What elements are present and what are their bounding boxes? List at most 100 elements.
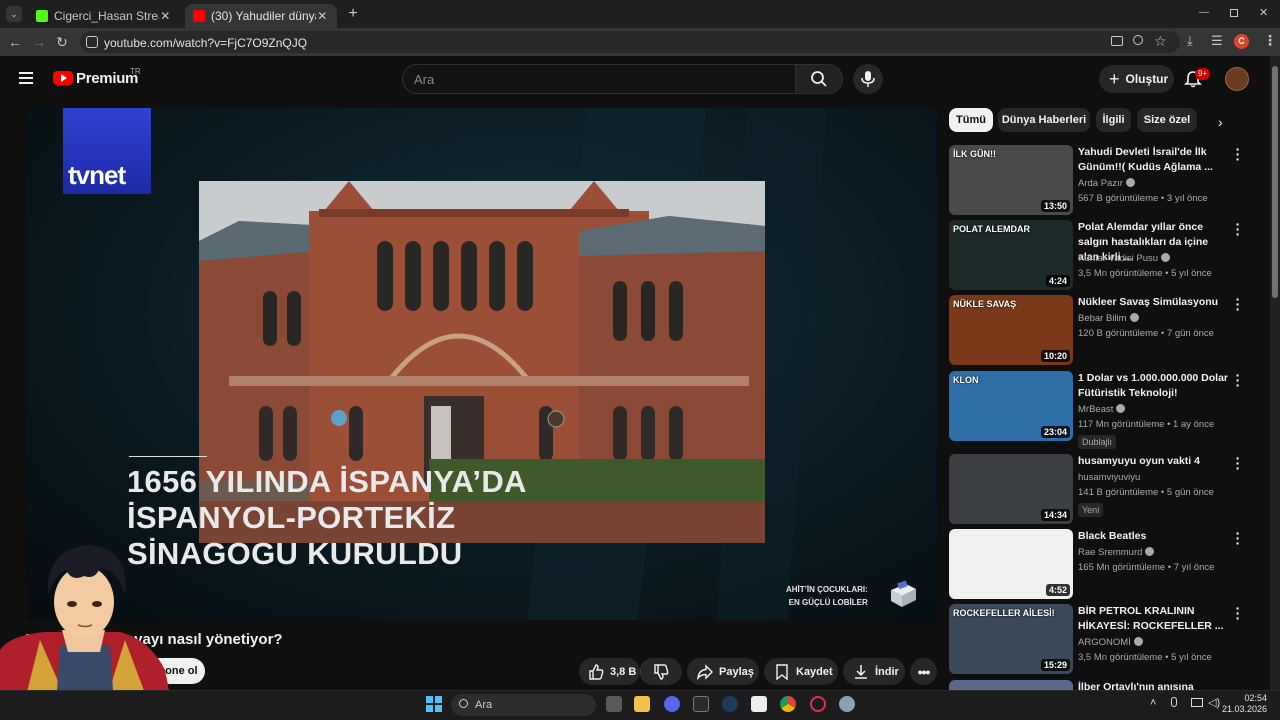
reload-icon[interactable]: ↻ bbox=[53, 33, 71, 51]
back-arrow-icon[interactable]: ← bbox=[6, 33, 24, 51]
bookmark-star-icon[interactable]: ☆ bbox=[1154, 33, 1167, 50]
video-thumbnail[interactable]: 4:52 bbox=[949, 529, 1073, 599]
download-button[interactable]: İndir bbox=[843, 658, 905, 685]
channel-name-text: Arda Pazır bbox=[1078, 178, 1123, 189]
settings-gear-icon[interactable] bbox=[839, 696, 855, 712]
recommendation-title[interactable]: Black Beatles bbox=[1078, 529, 1228, 544]
video-thumbnail[interactable]: KLON 23:04 bbox=[949, 371, 1073, 441]
more-actions-button[interactable]: ••• bbox=[910, 658, 937, 685]
more-options-icon[interactable]: · · · bbox=[1234, 451, 1242, 475]
channel-name[interactable]: husamviyuviyu bbox=[1078, 472, 1140, 483]
share-label: Paylaş bbox=[719, 665, 754, 678]
url-text[interactable]: youtube.com/watch?v=FjC7O9ZnQJQ bbox=[104, 36, 307, 50]
file-explorer-icon[interactable] bbox=[634, 696, 650, 712]
epic-games-icon[interactable] bbox=[693, 696, 709, 712]
video-thumbnail[interactable]: POLAT ALEMDAR 4:24 bbox=[949, 220, 1073, 290]
taskbar-clock[interactable]: 02:54 21.03.2026 bbox=[1222, 693, 1267, 715]
channel-name[interactable]: Kurtlar Vadisi Pusu bbox=[1078, 253, 1171, 264]
restore-icon[interactable] bbox=[1230, 9, 1238, 17]
tab-search-button[interactable]: ⌄ bbox=[6, 6, 22, 22]
duration-badge: 13:50 bbox=[1040, 200, 1070, 212]
taskbar-search[interactable]: Ara bbox=[451, 694, 596, 716]
duration-badge: 4:24 bbox=[1045, 275, 1070, 287]
chevron-right-icon[interactable]: › bbox=[1218, 114, 1223, 130]
video-thumbnail[interactable]: NÜKLE SAVAŞ 10:20 bbox=[949, 295, 1073, 365]
recommendation-item[interactable]: 4:52 Black Beatles Rae Sremmurd 165 Mn görü… bbox=[949, 526, 1249, 599]
channel-name[interactable]: Rae Sremmurd bbox=[1078, 547, 1155, 558]
channel-name[interactable]: Arda Pazır bbox=[1078, 178, 1135, 189]
browser-menu-icon[interactable]: ⋮ bbox=[1263, 32, 1277, 49]
windows-start-icon[interactable] bbox=[426, 696, 442, 712]
more-options-icon[interactable]: · · · bbox=[1234, 292, 1242, 316]
cast-icon[interactable] bbox=[1111, 36, 1123, 46]
recommendation-item[interactable]: 14:34 husamyuyu oyun vakti 4 husamviyuviyu… bbox=[949, 451, 1249, 524]
search-input[interactable] bbox=[414, 70, 784, 88]
like-button[interactable]: 3,8 B bbox=[579, 658, 640, 685]
tray-mic-icon[interactable] bbox=[1171, 697, 1177, 707]
chip-for-you[interactable]: Size özel bbox=[1137, 108, 1197, 132]
close-icon[interactable]: ✕ bbox=[316, 9, 329, 23]
dislike-button[interactable] bbox=[640, 658, 682, 685]
discord-icon[interactable] bbox=[664, 696, 680, 712]
tray-display-icon[interactable] bbox=[1191, 698, 1203, 707]
recommendation-title[interactable]: İlber Ortaylı'nın anısına bbox=[1078, 680, 1228, 690]
logo-text[interactable]: Premium bbox=[76, 70, 138, 87]
tab-youtube[interactable]: (30) Yahudiler dünyayı nasıl yön ✕ bbox=[185, 4, 337, 28]
voice-search-button[interactable] bbox=[853, 64, 883, 94]
recommendation-title[interactable]: husamyuyu oyun vakti 4 bbox=[1078, 454, 1228, 469]
profile-avatar[interactable]: C bbox=[1234, 34, 1249, 49]
search-button[interactable] bbox=[795, 64, 843, 94]
site-info-icon[interactable] bbox=[86, 36, 98, 48]
video-thumbnail[interactable]: ROCKEFELLER AİLESİ! 15:29 bbox=[949, 604, 1073, 674]
account-avatar[interactable] bbox=[1225, 67, 1249, 91]
recommendation-item[interactable]: KLON 23:04 1 Dolar vs 1.000.000.000 Dolar … bbox=[949, 368, 1249, 449]
video-thumbnail[interactable]: İLK GÜN!! 13:50 bbox=[949, 145, 1073, 215]
more-options-icon[interactable]: · · · bbox=[1234, 526, 1242, 550]
new-tab-button[interactable]: + bbox=[346, 5, 360, 23]
minimize-icon[interactable]: — bbox=[1199, 8, 1209, 18]
recommendation-item[interactable]: İLK GÜN!! 13:50 Yahudi Devleti İsrail'de İ… bbox=[949, 142, 1249, 215]
create-button[interactable]: + Oluştur bbox=[1099, 65, 1174, 93]
save-button[interactable]: Kaydet bbox=[764, 658, 838, 685]
video-thumbnail[interactable] bbox=[949, 680, 1073, 690]
download-icon[interactable]: ⤓ bbox=[1187, 33, 1193, 49]
chip-related[interactable]: İlgili bbox=[1096, 108, 1131, 132]
media-queue-icon[interactable]: ☰ bbox=[1211, 33, 1223, 49]
tray-chevron-icon[interactable]: ˄ bbox=[1150, 697, 1156, 709]
more-options-icon[interactable]: · · · bbox=[1234, 217, 1242, 241]
channel-name[interactable]: MrBeast bbox=[1078, 404, 1126, 415]
zoom-icon[interactable] bbox=[1133, 35, 1143, 45]
channel-name[interactable]: ARGONOMİ bbox=[1078, 637, 1143, 648]
task-view-icon[interactable] bbox=[606, 696, 622, 712]
forward-arrow-icon[interactable]: → bbox=[30, 33, 48, 51]
capcut-icon[interactable] bbox=[751, 696, 767, 712]
more-options-icon[interactable]: · · · bbox=[1234, 601, 1242, 625]
share-button[interactable]: Paylaş bbox=[687, 658, 759, 685]
recommendation-title[interactable]: Yahudi Devleti İsrail'de İlk Günüm!!( Ku… bbox=[1078, 145, 1228, 175]
chrome-icon[interactable] bbox=[780, 696, 796, 712]
like-count: 3,8 B bbox=[610, 665, 637, 678]
channel-name[interactable]: Bebar Bilim bbox=[1078, 313, 1139, 324]
meta-separator: • bbox=[1164, 419, 1174, 430]
recommendation-title[interactable]: BİR PETROL KRALININ HİKAYESİ: ROCKEFELLE… bbox=[1078, 604, 1228, 634]
recommendation-item[interactable]: İlber Ortaylı'nın anısına bbox=[949, 680, 1249, 690]
recommendation-title[interactable]: Nükleer Savaş Simülasyonu bbox=[1078, 295, 1228, 310]
recommendation-item[interactable]: POLAT ALEMDAR 4:24 Polat Alemdar yıllar ön… bbox=[949, 217, 1249, 290]
recommendation-item[interactable]: NÜKLE SAVAŞ 10:20 Nükleer Savaş Simülasyon… bbox=[949, 292, 1249, 365]
recommendation-item[interactable]: ROCKEFELLER AİLESİ! 15:29 BİR PETROL KRALI… bbox=[949, 601, 1249, 674]
scrollbar-thumb[interactable] bbox=[1272, 66, 1278, 298]
tray-volume-icon[interactable]: ◁) bbox=[1208, 696, 1220, 709]
steam-icon[interactable] bbox=[722, 696, 738, 712]
video-thumbnail[interactable]: 14:34 bbox=[949, 454, 1073, 524]
more-options-icon[interactable]: · · · bbox=[1234, 142, 1242, 166]
more-options-icon[interactable]: · · · bbox=[1234, 368, 1242, 392]
chip-world-news[interactable]: Dünya Haberleri bbox=[998, 108, 1090, 132]
tab-kick[interactable]: Cigerci_Hasan Stream - Kick Da ✕ bbox=[28, 4, 180, 28]
hamburger-menu-icon[interactable] bbox=[19, 72, 33, 84]
close-icon[interactable]: ✕ bbox=[159, 9, 172, 23]
window-close-icon[interactable]: ✕ bbox=[1259, 6, 1269, 19]
recommendation-title[interactable]: 1 Dolar vs 1.000.000.000 Dolar Fütüristi… bbox=[1078, 371, 1228, 401]
opera-gx-icon[interactable] bbox=[810, 696, 826, 712]
chip-all[interactable]: Tümü bbox=[949, 108, 993, 132]
youtube-logo-icon[interactable] bbox=[53, 71, 73, 85]
